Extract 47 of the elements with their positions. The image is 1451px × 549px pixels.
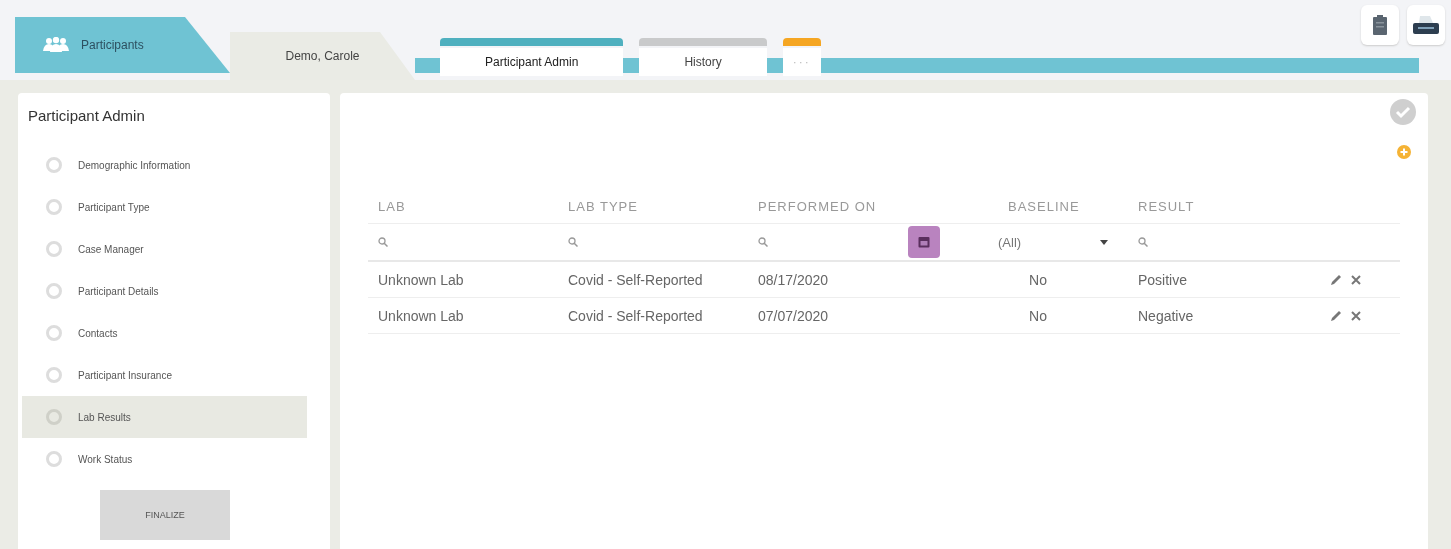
column-header: PERFORMED ON bbox=[748, 189, 988, 224]
table-cell: Negative bbox=[1128, 298, 1318, 334]
table-cell: Covid - Self-Reported bbox=[558, 298, 748, 334]
table-cell: 07/07/2020 bbox=[748, 298, 988, 334]
finalize-button[interactable]: FINALIZE bbox=[100, 490, 230, 540]
caret-icon bbox=[1100, 239, 1108, 245]
sidebar-item[interactable]: Demographic Information bbox=[22, 144, 307, 186]
sidebar-item[interactable]: Participant Details bbox=[22, 270, 307, 312]
delete-icon[interactable] bbox=[1351, 274, 1361, 285]
column-header: RESULT bbox=[1128, 189, 1318, 224]
people-icon bbox=[43, 37, 69, 53]
search-icon bbox=[568, 237, 578, 247]
sidebar-item[interactable]: Lab Results bbox=[22, 396, 307, 438]
search-icon bbox=[378, 237, 388, 247]
sidebar-item[interactable]: Contacts bbox=[22, 312, 307, 354]
table-cell: 08/17/2020 bbox=[748, 262, 988, 298]
record-tab[interactable]: Demo, Carole bbox=[230, 32, 415, 80]
baseline-dropdown[interactable]: (All) bbox=[998, 234, 1108, 250]
sidebar-title: Participant Admin bbox=[27, 107, 146, 126]
sidebar-item[interactable]: Participant Insurance bbox=[22, 354, 307, 396]
search-icon bbox=[1138, 237, 1148, 247]
column-header: LAB bbox=[368, 189, 558, 224]
check-circle-icon[interactable] bbox=[1390, 99, 1416, 125]
calendar-button[interactable] bbox=[908, 226, 940, 258]
sidebar-item[interactable]: Work Status bbox=[22, 438, 307, 480]
printer-icon bbox=[1413, 16, 1439, 34]
sidebar-item[interactable]: Participant Type bbox=[22, 186, 307, 228]
column-header: LAB TYPE bbox=[558, 189, 748, 224]
table-cell: Covid - Self-Reported bbox=[558, 262, 748, 298]
table-cell: Positive bbox=[1128, 262, 1318, 298]
search-icon bbox=[758, 237, 768, 247]
column-header: BASELINE bbox=[988, 189, 1128, 224]
clipboard-button[interactable] bbox=[1361, 5, 1399, 45]
edit-icon[interactable] bbox=[1330, 309, 1343, 322]
table-cell: No bbox=[988, 298, 1128, 334]
delete-icon[interactable] bbox=[1351, 310, 1361, 321]
table-cell: Unknown Lab bbox=[368, 298, 558, 334]
sidebar-item[interactable]: Case Manager bbox=[22, 228, 307, 270]
edit-icon[interactable] bbox=[1330, 273, 1343, 286]
sub-tab[interactable]: History bbox=[639, 48, 767, 76]
sub-tab[interactable]: Participant Admin bbox=[440, 48, 624, 76]
calendar-icon bbox=[918, 236, 930, 248]
printer-button[interactable] bbox=[1407, 5, 1445, 45]
participants-tab[interactable]: Participants bbox=[15, 17, 230, 73]
table-cell: Unknown Lab bbox=[368, 262, 558, 298]
table-cell: No bbox=[988, 262, 1128, 298]
clipboard-icon bbox=[1373, 15, 1387, 35]
